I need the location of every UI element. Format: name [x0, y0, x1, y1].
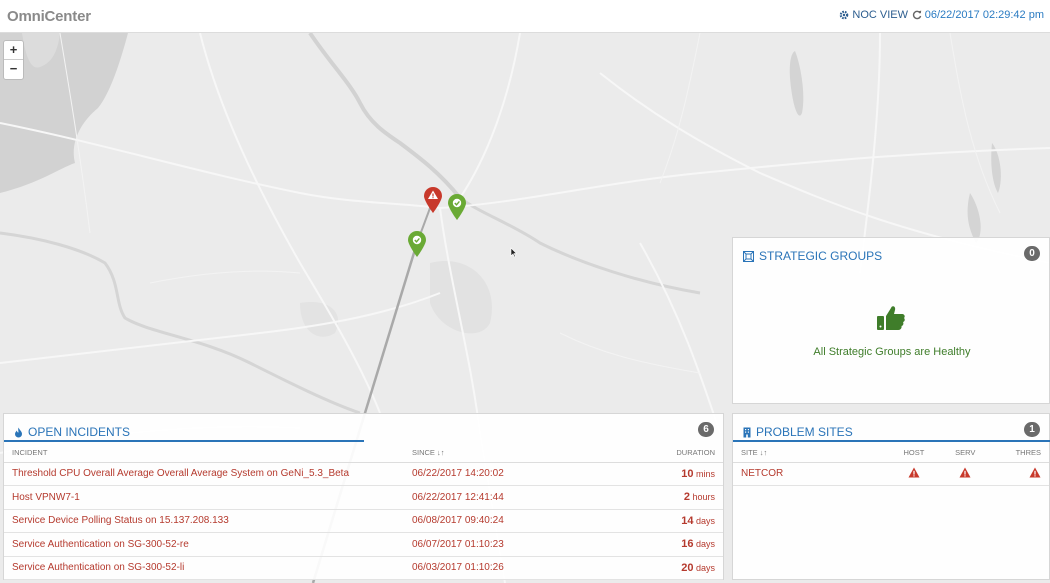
alert-map-marker[interactable] [422, 186, 444, 214]
problem-sites-title: PROBLEM SITES [756, 425, 853, 439]
site-column-header[interactable]: SITE ↓↑ [733, 443, 888, 463]
incident-name[interactable]: Service Device Polling Status on 15.137.… [4, 509, 404, 533]
duration-column-header[interactable]: DURATION [604, 443, 723, 463]
strategic-groups-healthy-message: All Strategic Groups are Healthy [813, 346, 971, 358]
duration-unit: days [693, 539, 715, 550]
duration-value: 20 [681, 561, 694, 574]
strategic-groups-count-badge: 0 [1024, 246, 1040, 261]
refresh-icon [912, 10, 922, 20]
thumbs-up-icon [877, 306, 905, 330]
duration-value: 14 [681, 514, 694, 527]
problem-sites-panel: PROBLEM SITES 1 SITE ↓↑ HOST SERV THRES … [732, 413, 1050, 580]
incident-column-header[interactable]: INCIDENT [4, 443, 404, 463]
incident-since: 06/03/2017 01:10:26 [404, 556, 604, 580]
incident-since: 06/22/2017 12:41:44 [404, 485, 604, 510]
top-bar: OmniCenter NOC VIEW 06/22/2017 02:29:42 … [0, 0, 1050, 33]
table-row[interactable]: Service Authentication on SG-300-52-li 06… [4, 556, 723, 580]
table-row[interactable]: Host VPNW7-1 06/22/2017 12:41:44 2 hours [4, 485, 723, 510]
serv-status-cell[interactable] [939, 462, 991, 486]
noc-view-button[interactable]: NOC VIEW [839, 9, 908, 21]
healthy-map-marker[interactable] [446, 193, 468, 221]
duration-unit: days [693, 515, 715, 526]
table-header-row: SITE ↓↑ HOST SERV THRES [733, 443, 1049, 463]
thres-column-header[interactable]: THRES [990, 443, 1049, 463]
timestamp-label: 06/22/2017 02:29:42 pm [924, 9, 1044, 21]
open-incidents-title: OPEN INCIDENTS [28, 425, 131, 439]
table-row[interactable]: NETCOR [733, 462, 1049, 486]
incident-name[interactable]: Threshold CPU Overall Average Overall Av… [4, 462, 404, 486]
duration-unit: hours [689, 492, 715, 503]
incident-duration: 2 hours [604, 485, 723, 510]
noc-view-label: NOC VIEW [852, 9, 908, 21]
incident-duration: 20 days [604, 556, 723, 580]
gear-icon [840, 10, 849, 20]
strategic-groups-icon [743, 250, 754, 262]
incident-duration: 14 days [604, 509, 723, 533]
duration-unit: mins [693, 468, 715, 479]
incident-name[interactable]: Host VPNW7-1 [4, 485, 404, 510]
site-name[interactable]: NETCOR [733, 462, 888, 486]
warning-icon [1029, 467, 1041, 481]
tab-underline [733, 440, 1050, 442]
omnicenter-logo[interactable]: OmniCenter [7, 8, 91, 25]
warning-icon [908, 467, 920, 481]
healthy-map-marker[interactable] [406, 230, 428, 258]
incident-duration: 10 mins [604, 462, 723, 486]
incident-duration: 16 days [604, 532, 723, 557]
duration-value: 10 [681, 467, 694, 480]
incident-name[interactable]: Service Authentication on SG-300-52-re [4, 532, 404, 557]
problem-sites-header[interactable]: PROBLEM SITES [743, 425, 853, 439]
flame-icon [15, 427, 22, 437]
open-incidents-panel: OPEN INCIDENTS 6 INCIDENT SINCE ↓↑ DURAT… [3, 413, 724, 580]
zoom-control: + − [3, 40, 24, 80]
strategic-groups-panel: STRATEGIC GROUPS 0 All Strategic Groups … [732, 237, 1050, 404]
table-row[interactable]: Service Authentication on SG-300-52-re 06… [4, 532, 723, 557]
incident-since: 06/08/2017 09:40:24 [404, 509, 604, 533]
problem-sites-count-badge: 1 [1024, 422, 1040, 437]
incidents-table: INCIDENT SINCE ↓↑ DURATION Threshold CPU… [4, 443, 723, 580]
duration-unit: days [693, 562, 715, 573]
incident-since: 06/07/2017 01:10:23 [404, 532, 604, 557]
cursor-icon [510, 247, 518, 258]
problem-sites-table: SITE ↓↑ HOST SERV THRES NETCOR [733, 443, 1049, 486]
table-row[interactable]: Threshold CPU Overall Average Overall Av… [4, 462, 723, 486]
zoom-out-button[interactable]: − [4, 60, 23, 79]
refresh-timestamp[interactable]: 06/22/2017 02:29:42 pm [912, 9, 1044, 21]
incident-name[interactable]: Service Authentication on SG-300-52-li [4, 556, 404, 580]
building-icon [743, 427, 751, 437]
open-incidents-header[interactable]: OPEN INCIDENTS [14, 425, 130, 439]
host-status-cell[interactable] [888, 462, 940, 486]
duration-value: 16 [681, 538, 694, 551]
since-column-header[interactable]: SINCE ↓↑ [404, 443, 604, 463]
table-row[interactable]: Service Device Polling Status on 15.137.… [4, 509, 723, 533]
strategic-groups-title: STRATEGIC GROUPS [759, 249, 883, 263]
strategic-groups-header[interactable]: STRATEGIC GROUPS [743, 249, 882, 263]
open-incidents-count-badge: 6 [698, 422, 714, 437]
host-column-header[interactable]: HOST [888, 443, 940, 463]
thres-status-cell[interactable] [990, 462, 1049, 486]
serv-column-header[interactable]: SERV [939, 443, 991, 463]
table-header-row: INCIDENT SINCE ↓↑ DURATION [4, 443, 723, 463]
tab-underline [4, 440, 364, 442]
warning-icon [959, 467, 971, 481]
incident-since: 06/22/2017 14:20:02 [404, 462, 604, 486]
zoom-in-button[interactable]: + [4, 41, 23, 60]
